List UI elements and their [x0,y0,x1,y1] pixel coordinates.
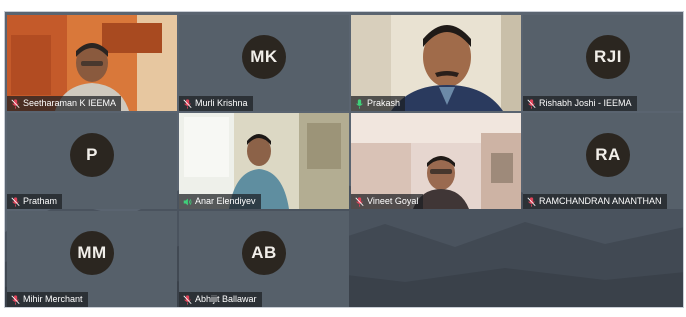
name-tag: Vineet Goyal [351,194,424,209]
microphone-muted-icon [11,196,20,207]
name-tag: Rishabh Joshi - IEEMA [523,96,637,111]
microphone-muted-icon [527,196,536,207]
name-tag: Mihir Merchant [7,292,88,307]
participant-tile[interactable]: AB Abhijit Ballawar [179,211,349,307]
name-tag: Anar Elendiyev [179,194,261,209]
participant-tile[interactable]: RJI Rishabh Joshi - IEEMA [523,15,683,111]
name-tag: Seetharaman K IEEMA [7,96,122,111]
participant-name: Pratham [23,196,58,206]
microphone-muted-icon [11,98,20,109]
name-tag: Murli Krishna [179,96,253,111]
participant-name: Prakash [367,98,401,108]
meeting-gallery-view: Seetharaman K IEEMA MK Murli Krishna Pra… [4,11,684,308]
participant-name: RAMCHANDRAN ANANTHAN [539,196,662,206]
participant-name: Mihir Merchant [23,294,83,304]
participant-tile[interactable]: Seetharaman K IEEMA [7,15,177,111]
speaker-active-icon [183,198,192,205]
participant-tile[interactable]: MM Mihir Merchant [7,211,177,307]
participant-tile[interactable]: P Pratham [7,113,177,209]
microphone-muted-icon [183,294,192,305]
participant-initials-avatar: MK [242,35,286,80]
name-tag: Abhijit Ballawar [179,292,262,307]
participant-name: Vineet Goyal [367,196,419,206]
name-tag: Prakash [351,96,406,111]
participant-name: Abhijit Ballawar [195,294,257,304]
participant-initials-avatar: RA [586,133,630,178]
microphone-muted-icon [355,196,364,207]
name-tag: RAMCHANDRAN ANANTHAN [523,194,667,209]
microphone-muted-icon [11,294,20,305]
participant-initials-avatar: P [70,133,114,178]
participant-initials-avatar: MM [70,231,114,276]
participant-tile[interactable]: Anar Elendiyev [179,113,349,209]
participant-name: Rishabh Joshi - IEEMA [539,98,632,108]
participant-tile[interactable]: Prakash [351,15,521,111]
participant-tile[interactable]: Vineet Goyal [351,113,521,209]
participant-tile[interactable]: RA RAMCHANDRAN ANANTHAN [523,113,683,209]
participant-initials-avatar: RJI [586,35,630,80]
participant-name: Anar Elendiyev [195,196,256,206]
participant-name: Seetharaman K IEEMA [23,98,117,108]
participant-initials-avatar: AB [242,231,286,276]
participant-name: Murli Krishna [195,98,248,108]
microphone-muted-icon [183,98,192,109]
name-tag: Pratham [7,194,63,209]
microphone-muted-icon [527,98,536,109]
participant-tile[interactable]: MK Murli Krishna [179,15,349,111]
microphone-active-icon [356,98,363,109]
